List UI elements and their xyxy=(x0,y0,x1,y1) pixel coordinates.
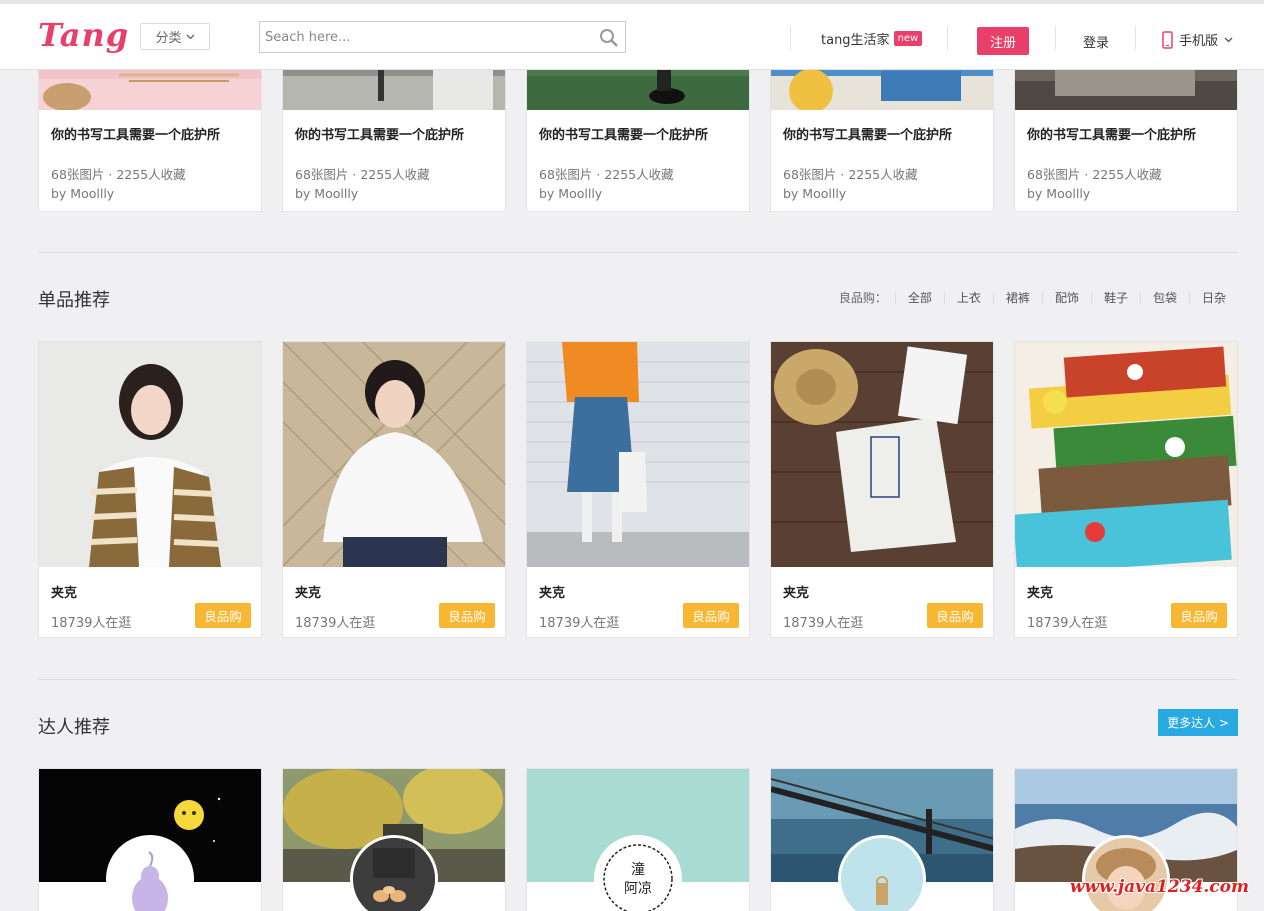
expert-card[interactable]: 潼阿凉 xyxy=(526,768,750,911)
product-image xyxy=(527,342,749,567)
filter-bags[interactable]: 包袋 xyxy=(1139,291,1189,304)
product-title: 夹克 xyxy=(51,586,78,601)
tang-life-link[interactable]: tang生活家 new xyxy=(821,29,923,48)
album-author: by Moollly xyxy=(783,186,847,201)
product-filter-bar: 良品购： 全部 上衣 裙裤 配饰 鞋子 包袋 日杂 xyxy=(839,289,1238,306)
product-image xyxy=(283,342,505,567)
album-title: 你的书写工具需要一个庇护所 xyxy=(783,128,953,143)
album-title: 你的书写工具需要一个庇护所 xyxy=(539,128,709,143)
product-title: 夹克 xyxy=(295,586,322,601)
watermark: www.java1234.com xyxy=(1069,877,1249,897)
section-divider xyxy=(38,679,1238,680)
site-header: Tang 分类 tang生活家 new 注册 登录 手机版 xyxy=(0,0,1264,70)
more-experts-button[interactable]: 更多达人 > xyxy=(1158,709,1238,736)
search-icon[interactable] xyxy=(599,28,619,48)
search-input[interactable] xyxy=(260,22,590,52)
header-separator xyxy=(1135,26,1136,50)
album-title: 你的书写工具需要一个庇护所 xyxy=(51,128,221,143)
category-dropdown[interactable]: 分类 xyxy=(140,23,210,50)
album-stats: 68张图片 · 2255人收藏 xyxy=(1027,167,1162,182)
expert-card[interactable] xyxy=(282,768,506,911)
album-author: by Moollly xyxy=(1027,186,1091,201)
album-meta: 68张图片 · 2255人收藏 by Moollly xyxy=(1027,165,1162,203)
product-meta: 18739人在逛 xyxy=(1027,616,1108,631)
filter-bottoms[interactable]: 裙裤 xyxy=(992,291,1042,304)
filter-shoes[interactable]: 鞋子 xyxy=(1090,291,1140,304)
register-button[interactable]: 注册 xyxy=(977,27,1029,55)
search-box xyxy=(259,21,626,53)
album-title: 你的书写工具需要一个庇护所 xyxy=(295,128,465,143)
products-section-title: 单品推荐 xyxy=(38,290,110,311)
product-title: 夹克 xyxy=(539,586,566,601)
product-image xyxy=(1015,342,1237,567)
product-title: 夹克 xyxy=(783,586,810,601)
product-card[interactable]: 夹克 18739人在逛 良品购 xyxy=(38,341,262,638)
phone-icon xyxy=(1162,30,1173,49)
album-title: 你的书写工具需要一个庇护所 xyxy=(1027,128,1197,143)
product-card[interactable]: 夹克 18739人在逛 良品购 xyxy=(1014,341,1238,638)
header-separator xyxy=(790,26,791,50)
album-meta: 68张图片 · 2255人收藏 by Moollly xyxy=(783,165,918,203)
album-meta: 68张图片 · 2255人收藏 by Moollly xyxy=(51,165,186,203)
product-card[interactable]: 夹克 18739人在逛 良品购 xyxy=(282,341,506,638)
album-meta: 68张图片 · 2255人收藏 by Moollly xyxy=(539,165,674,203)
chevron-down-icon xyxy=(1224,37,1233,42)
buy-button[interactable]: 良品购 xyxy=(1171,603,1227,628)
expert-card[interactable] xyxy=(38,768,262,911)
buy-button[interactable]: 良品购 xyxy=(195,603,251,628)
filter-all[interactable]: 全部 xyxy=(894,291,944,304)
product-card[interactable]: 夹克 18739人在逛 良品购 xyxy=(770,341,994,638)
header-separator xyxy=(1055,26,1056,50)
buy-button[interactable]: 良品购 xyxy=(439,603,495,628)
header-separator xyxy=(947,26,948,50)
buy-button[interactable]: 良品购 xyxy=(927,603,983,628)
svg-text:潼: 潼 xyxy=(631,861,645,878)
product-image xyxy=(771,342,993,567)
filter-tops[interactable]: 上衣 xyxy=(943,291,993,304)
product-card[interactable]: 夹克 18739人在逛 良品购 xyxy=(526,341,750,638)
product-meta: 18739人在逛 xyxy=(51,616,132,631)
album-author: by Moollly xyxy=(51,186,115,201)
album-stats: 68张图片 · 2255人收藏 xyxy=(295,167,430,182)
buy-button[interactable]: 良品购 xyxy=(683,603,739,628)
product-meta: 18739人在逛 xyxy=(783,616,864,631)
filter-accessories[interactable]: 配饰 xyxy=(1041,291,1091,304)
product-image xyxy=(39,342,261,567)
site-logo[interactable]: Tang xyxy=(38,16,129,54)
section-divider xyxy=(38,252,1238,253)
new-badge: new xyxy=(893,31,923,46)
product-meta: 18739人在逛 xyxy=(295,616,376,631)
filter-misc[interactable]: 日杂 xyxy=(1188,291,1238,304)
album-stats: 68张图片 · 2255人收藏 xyxy=(51,167,186,182)
album-author: by Moollly xyxy=(295,186,359,201)
mobile-label: 手机版 xyxy=(1179,34,1219,49)
chevron-down-icon xyxy=(186,34,194,39)
svg-text:阿凉: 阿凉 xyxy=(624,881,652,897)
album-stats: 68张图片 · 2255人收藏 xyxy=(783,167,918,182)
experts-section-title: 达人推荐 xyxy=(38,717,110,738)
category-label: 分类 xyxy=(155,31,182,46)
product-title: 夹克 xyxy=(1027,586,1054,601)
expert-card[interactable] xyxy=(770,768,994,911)
product-meta: 18739人在逛 xyxy=(539,616,620,631)
mobile-version-link[interactable]: 手机版 xyxy=(1162,30,1233,49)
tang-life-label: tang生活家 xyxy=(821,33,890,48)
album-stats: 68张图片 · 2255人收藏 xyxy=(539,167,674,182)
album-author: by Moollly xyxy=(539,186,603,201)
filter-label: 良品购： xyxy=(838,291,887,305)
login-link[interactable]: 登录 xyxy=(1083,32,1109,51)
album-meta: 68张图片 · 2255人收藏 by Moollly xyxy=(295,165,430,203)
